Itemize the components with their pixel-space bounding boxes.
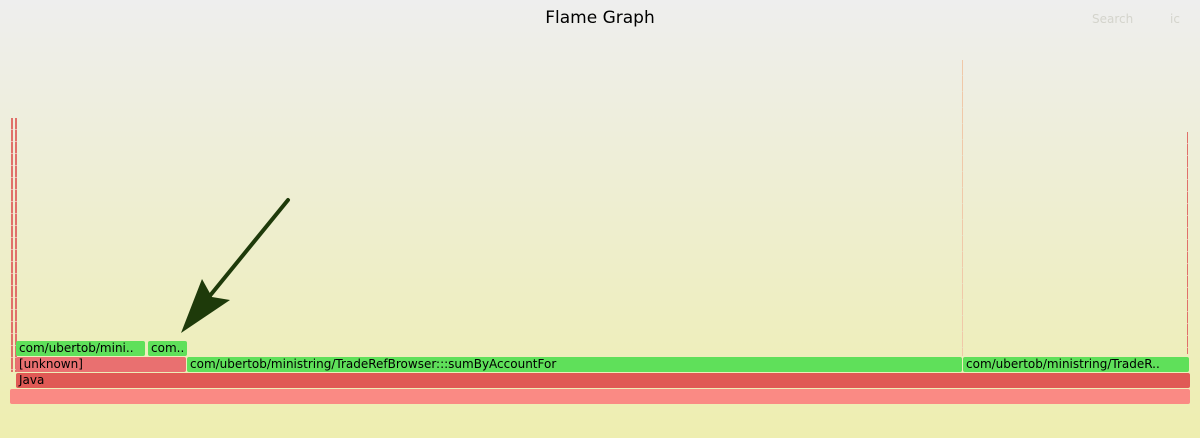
annotation-arrow-icon [181, 198, 290, 333]
